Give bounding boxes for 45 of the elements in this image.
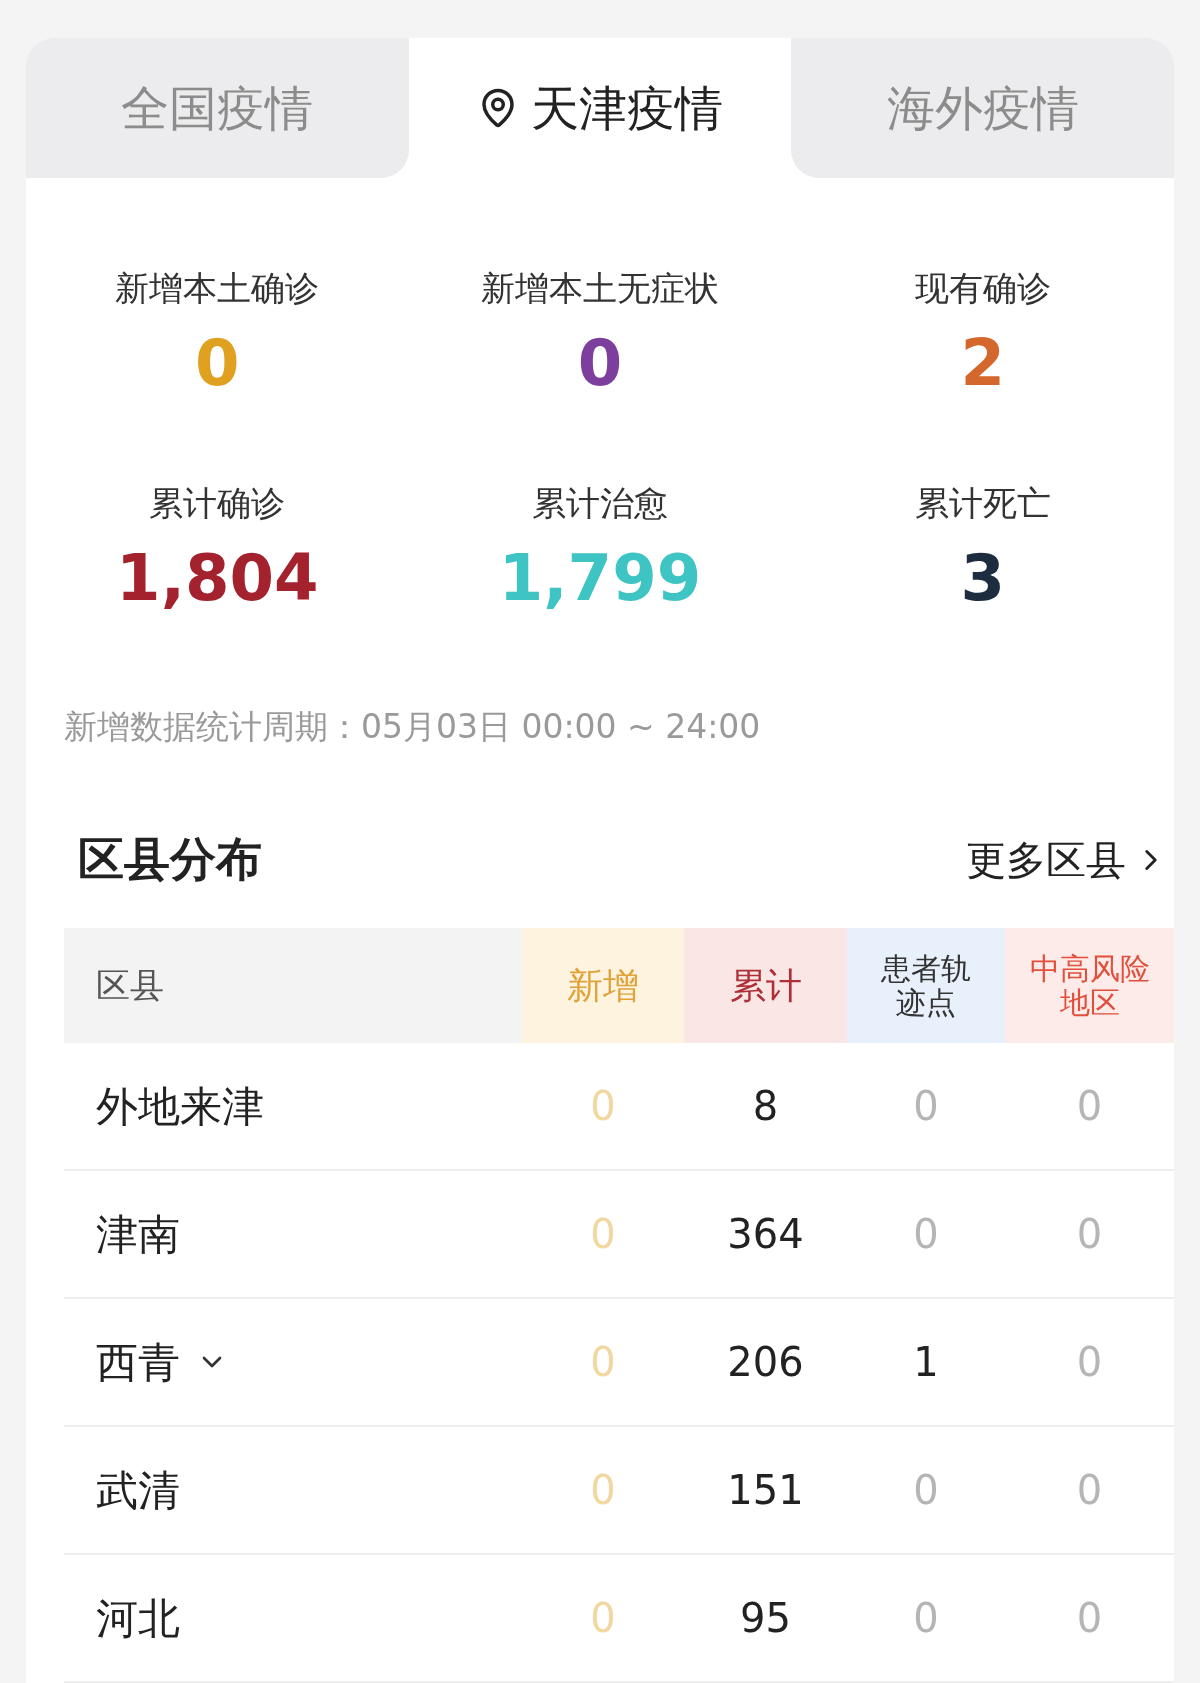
stat-value: 3 bbox=[960, 545, 1005, 610]
stat-label: 累计治愈 bbox=[532, 485, 668, 520]
stat-label: 累计确诊 bbox=[149, 485, 286, 520]
column-header: 区县 bbox=[64, 928, 522, 1043]
column-header: 新增 bbox=[522, 928, 684, 1043]
table-cell-text: 364 bbox=[727, 1210, 804, 1259]
column-header: 中高风险地区 bbox=[1005, 928, 1174, 1043]
stat-label: 新增本土确诊 bbox=[115, 270, 320, 305]
table-cell-text: 0 bbox=[590, 1594, 616, 1643]
stat-label: 累计死亡 bbox=[914, 485, 1051, 520]
table-cell-text: 0 bbox=[1076, 1466, 1103, 1515]
table-cell-text: 0 bbox=[590, 1082, 616, 1131]
district-name: 河北 bbox=[96, 1592, 180, 1645]
table-cell-text: 0 bbox=[590, 1210, 616, 1259]
stat-label: 现有确诊 bbox=[914, 270, 1051, 305]
table-cell-text: 206 bbox=[727, 1338, 804, 1387]
district-name: 外地来津 bbox=[96, 1080, 264, 1133]
district-name: 武清 bbox=[96, 1464, 180, 1517]
more-districts-link[interactable]: 更多区县 bbox=[966, 829, 1168, 890]
table-cell-text: 0 bbox=[913, 1082, 939, 1131]
table-cell-text: 0 bbox=[913, 1594, 939, 1643]
table-cell-text: 0 bbox=[1076, 1082, 1103, 1131]
district-name: 西青 bbox=[96, 1336, 180, 1389]
column-header: 累计 bbox=[684, 928, 847, 1043]
district-name: 津南 bbox=[96, 1208, 180, 1261]
table-cell-text: 1 bbox=[913, 1338, 939, 1387]
table-cell-text: 0 bbox=[1076, 1338, 1103, 1387]
table-cell-text: 0 bbox=[590, 1338, 616, 1387]
table-cell-text: 8 bbox=[752, 1082, 779, 1131]
table-cell-text: 151 bbox=[727, 1466, 804, 1515]
stat-label: 新增本土无症状 bbox=[481, 270, 719, 305]
table-cell-text: 0 bbox=[913, 1210, 939, 1259]
stat-value: 1,799 bbox=[498, 545, 702, 610]
table-cell-text: 0 bbox=[1076, 1210, 1103, 1259]
stat-value: 0 bbox=[577, 330, 623, 395]
column-header: 患者轨迹点 bbox=[847, 928, 1005, 1043]
table-cell-text: 0 bbox=[913, 1466, 939, 1515]
table-cell-text: 95 bbox=[740, 1594, 791, 1643]
period-text: 新增数据统计周期：05月03日 00:00 ~ 24:00 bbox=[64, 706, 761, 746]
stat-value: 1,804 bbox=[116, 545, 319, 610]
table-cell-text: 0 bbox=[590, 1466, 616, 1515]
table-cell-text: 0 bbox=[1076, 1594, 1103, 1643]
stat-value: 2 bbox=[960, 330, 1005, 395]
section-title: 区县分布 bbox=[78, 831, 262, 888]
stat-value: 0 bbox=[195, 330, 240, 395]
